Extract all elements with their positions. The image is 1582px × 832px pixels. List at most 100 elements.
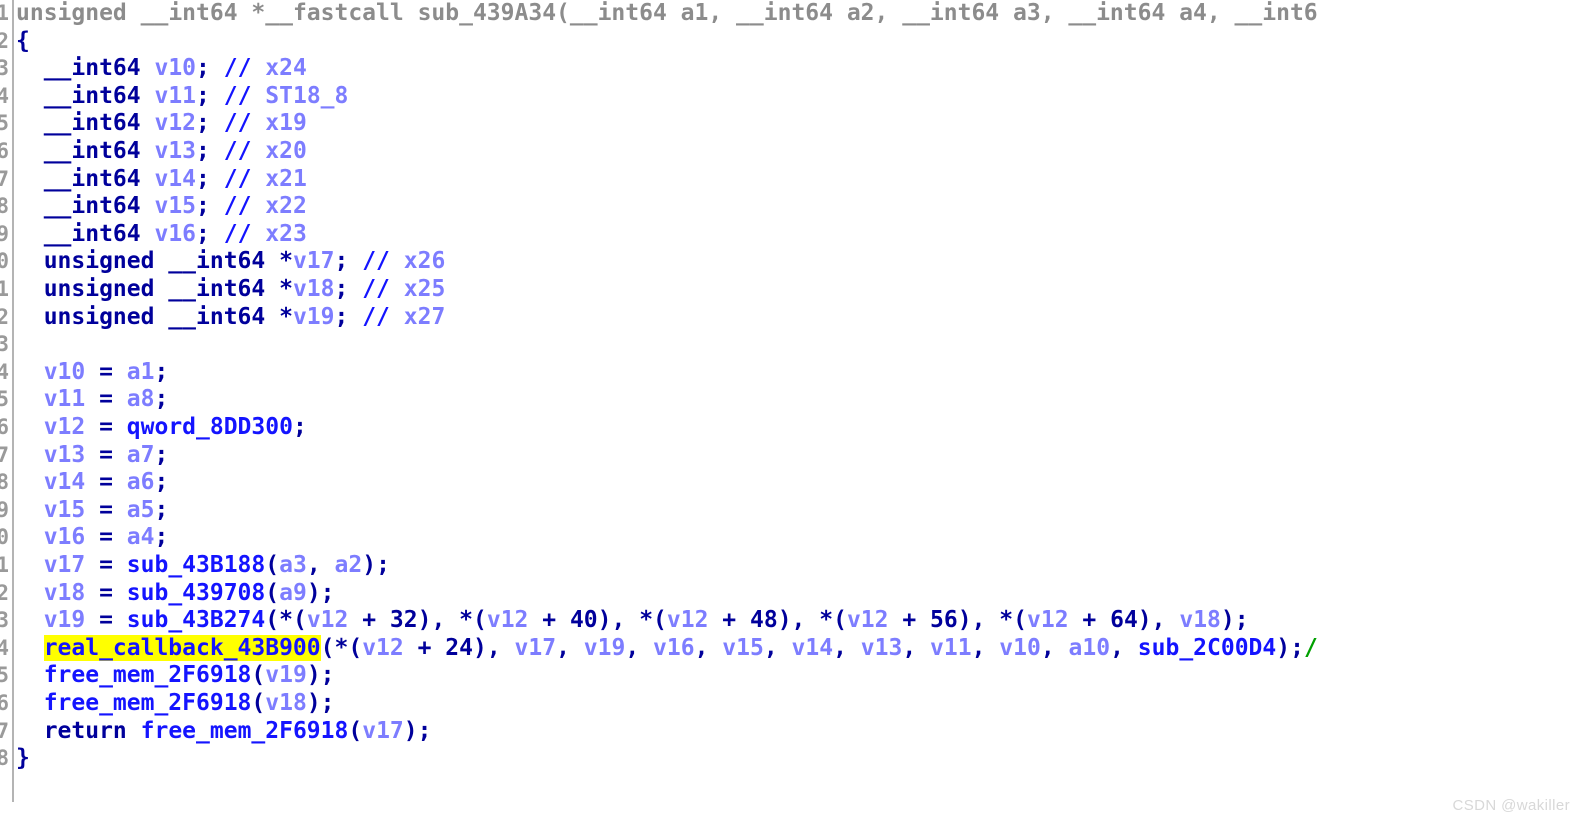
code-token[interactable]: v15: [722, 635, 764, 661]
code-token[interactable]: v13: [44, 442, 86, 468]
code-line[interactable]: [16, 331, 30, 359]
code-token[interactable]: a6: [127, 469, 155, 495]
code-token[interactable]: a9: [279, 580, 307, 606]
code-line[interactable]: __int64 v10; // x24: [44, 55, 307, 83]
code-token[interactable]: free_mem_2F6918: [44, 662, 252, 688]
code-token[interactable]: qword_8DD300: [127, 414, 293, 440]
code-token[interactable]: a7: [127, 442, 155, 468]
code-token[interactable]: v19: [293, 304, 335, 330]
code-token[interactable]: a8: [127, 386, 155, 412]
code-token[interactable]: v19: [265, 662, 307, 688]
code-line[interactable]: __int64 v15; // x22: [44, 193, 307, 221]
code-token: ),: [1137, 607, 1180, 634]
code-token[interactable]: v17: [515, 635, 557, 661]
highlighted-token[interactable]: real_callback_43B900: [43, 634, 321, 661]
code-token[interactable]: v12: [667, 607, 709, 633]
code-line[interactable]: v11 = a8;: [44, 386, 169, 414]
code-token[interactable]: sub_2C00D4: [1138, 635, 1276, 661]
code-line[interactable]: v15 = a5;: [44, 497, 169, 525]
code-line[interactable]: }: [16, 745, 30, 773]
code-line[interactable]: __int64 v16; // x23: [44, 221, 307, 249]
code-token[interactable]: v11: [930, 635, 972, 661]
code-token[interactable]: v14: [154, 166, 196, 192]
code-line[interactable]: __int64 v14; // x21: [44, 166, 307, 194]
code-line[interactable]: __int64 v11; // ST18_8: [44, 83, 349, 111]
code-line[interactable]: v19 = sub_43B274(*(v12 + 32), *(v12 + 40…: [44, 607, 1249, 635]
code-line[interactable]: v17 = sub_43B188(a3, a2);: [44, 552, 390, 580]
code-line[interactable]: real_callback_43B900(*(v12 + 24), v17, v…: [43, 634, 1318, 663]
code-line[interactable]: v12 = qword_8DD300;: [44, 414, 307, 442]
code-token[interactable]: v10: [44, 359, 86, 385]
line-number: 22: [0, 580, 9, 608]
code-token[interactable]: a5: [127, 497, 155, 523]
code-token: ST18_8: [265, 82, 349, 109]
code-token: x23: [265, 220, 307, 247]
code-token[interactable]: v12: [154, 110, 196, 136]
code-token[interactable]: sub_43B274: [127, 607, 265, 633]
code-token[interactable]: v12: [44, 414, 86, 440]
code-token: );: [306, 579, 335, 606]
line-number: 9: [0, 221, 9, 249]
code-token[interactable]: v18: [44, 580, 86, 606]
code-line[interactable]: free_mem_2F6918(v18);: [44, 690, 335, 718]
code-token[interactable]: v10: [999, 635, 1041, 661]
code-token[interactable]: v17: [293, 248, 335, 274]
code-token[interactable]: sub_439708: [127, 580, 265, 606]
code-line[interactable]: v16 = a4;: [44, 524, 169, 552]
code-line[interactable]: v13 = a7;: [44, 442, 169, 470]
code-token[interactable]: v12: [362, 635, 404, 661]
code-token[interactable]: v12: [1027, 607, 1069, 633]
code-line[interactable]: unsigned __int64 *v18; // x25: [44, 276, 446, 304]
line-number: 18: [0, 469, 9, 497]
code-token[interactable]: v16: [154, 221, 196, 247]
code-line[interactable]: return free_mem_2F6918(v17);: [44, 718, 432, 746]
code-token[interactable]: v18: [1179, 607, 1221, 633]
code-token[interactable]: v13: [861, 635, 903, 661]
code-token[interactable]: v10: [154, 55, 196, 81]
code-token[interactable]: a10: [1069, 635, 1111, 661]
code-line[interactable]: v10 = a1;: [44, 359, 169, 387]
code-line[interactable]: __int64 v12; // x19: [44, 110, 307, 138]
code-token[interactable]: v19: [584, 635, 626, 661]
code-token[interactable]: a2: [335, 552, 363, 578]
code-token[interactable]: v11: [154, 83, 196, 109]
code-line[interactable]: free_mem_2F6918(v19);: [44, 662, 335, 690]
code-token[interactable]: v15: [154, 193, 196, 219]
code-token[interactable]: v15: [44, 497, 86, 523]
code-token[interactable]: a3: [279, 552, 307, 578]
code-token[interactable]: v17: [362, 718, 404, 744]
code-token[interactable]: free_mem_2F6918: [44, 690, 252, 716]
code-line[interactable]: {: [16, 28, 30, 56]
code-token[interactable]: v16: [44, 524, 86, 550]
code-token[interactable]: v14: [44, 469, 86, 495]
code-token[interactable]: v11: [44, 386, 86, 412]
code-line[interactable]: __int64 v13; // x20: [44, 138, 307, 166]
code-token: );: [1276, 634, 1304, 661]
code-line[interactable]: v18 = sub_439708(a9);: [44, 580, 335, 608]
code-line[interactable]: unsigned __int64 *v19; // x27: [44, 304, 446, 332]
code-token[interactable]: v14: [792, 635, 834, 661]
code-token[interactable]: v12: [847, 607, 889, 633]
code-token: );: [403, 717, 432, 744]
code-token: __int64: [43, 55, 141, 82]
code-token[interactable]: v16: [653, 635, 695, 661]
code-token[interactable]: v18: [293, 276, 335, 302]
code-token[interactable]: sub_43B188: [127, 552, 265, 578]
code-token: +: [888, 607, 931, 634]
code-token[interactable]: free_mem_2F6918: [141, 718, 349, 744]
code-token[interactable]: v17: [44, 552, 86, 578]
code-line[interactable]: unsigned __int64 *v17; // x26: [44, 248, 446, 276]
code-line[interactable]: v14 = a6;: [44, 469, 169, 497]
code-token[interactable]: v12: [487, 607, 529, 633]
code-token[interactable]: a4: [127, 524, 155, 550]
code-token[interactable]: a1: [127, 359, 155, 385]
line-number: 24: [0, 635, 9, 663]
line-number: 1: [0, 0, 9, 28]
code-token[interactable]: v19: [44, 607, 86, 633]
code-token[interactable]: v18: [265, 690, 307, 716]
pseudocode-code-area[interactable]: unsigned __int64 *__fastcall sub_439A34(…: [16, 0, 1582, 802]
code-token[interactable]: v13: [154, 138, 196, 164]
code-token[interactable]: v12: [307, 607, 349, 633]
code-line[interactable]: unsigned __int64 *__fastcall sub_439A34(…: [16, 0, 1318, 28]
code-token: ,: [971, 634, 1000, 661]
